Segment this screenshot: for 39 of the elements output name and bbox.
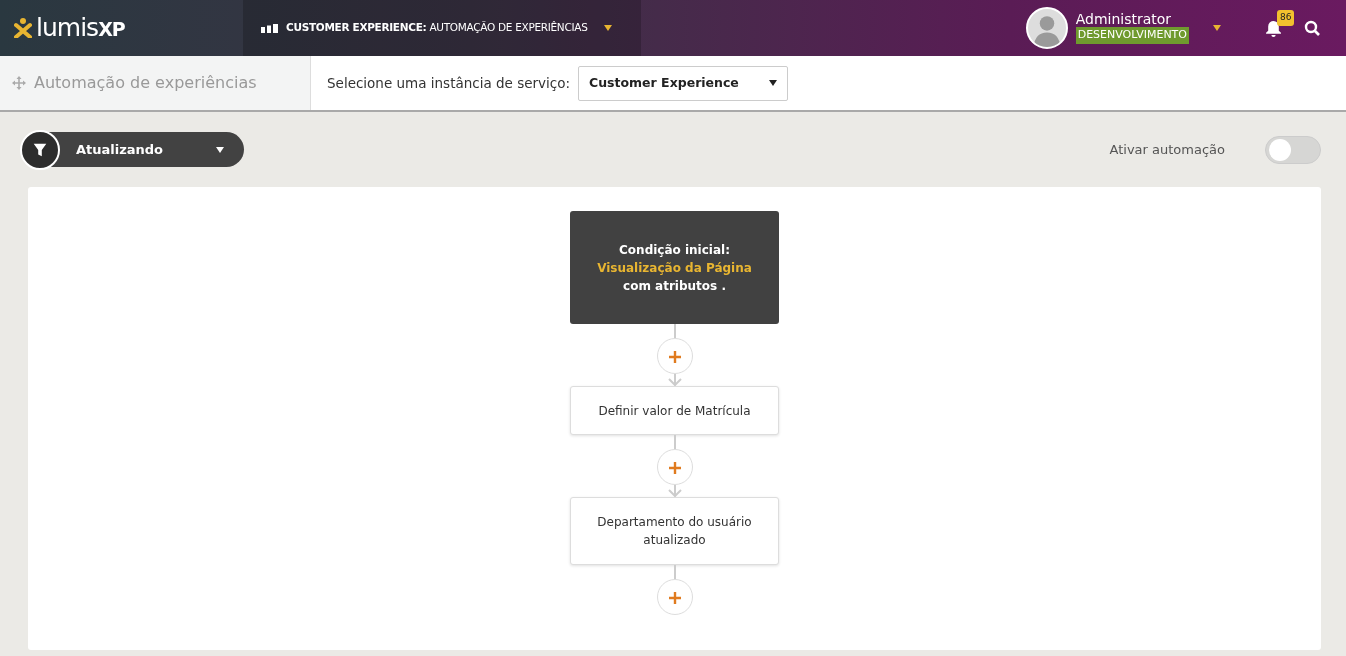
toggle-label: Ativar automação: [1109, 140, 1225, 159]
bar-chart-icon: [261, 23, 278, 33]
connector-line: [672, 435, 677, 449]
action-node[interactable]: Departamento do usuário atualizado: [570, 497, 779, 565]
plus-icon: [668, 350, 681, 363]
caret-icon: [769, 80, 777, 86]
logo-icon: [14, 18, 32, 38]
add-step-button[interactable]: [656, 338, 693, 374]
filter-icon: [20, 129, 60, 170]
connector-line: [672, 565, 677, 579]
instance-label: Selecione uma instância de serviço:: [327, 73, 570, 93]
dropdown-caret-icon[interactable]: [1213, 25, 1221, 31]
connector-arrow: [667, 485, 682, 497]
filter-dropdown[interactable]: Atualizando: [22, 132, 244, 167]
node-text: Departamento do usuário atualizado: [596, 514, 753, 549]
plus-icon: [668, 591, 681, 604]
page-title: Automação de experiências: [34, 72, 257, 94]
move-arrows-icon: [12, 76, 26, 90]
avatar-silhouette: [1025, 7, 1068, 49]
connector-arrow: [667, 374, 682, 386]
add-step-button[interactable]: [656, 449, 693, 485]
notification-count: 86: [1277, 10, 1295, 26]
start-condition-node[interactable]: Condição inicial: Visualização da Página com atributos .: [570, 211, 779, 324]
connector-line: [672, 324, 677, 338]
automation-toggle[interactable]: [1265, 135, 1321, 164]
user-name: Administrator: [1075, 12, 1173, 28]
instance-select[interactable]: Customer Experience: [578, 65, 788, 101]
add-step-button[interactable]: [656, 579, 693, 615]
environment-label: DESENVOLVIMENTO: [1075, 27, 1189, 44]
node-text: Definir valor de Matrícula: [598, 402, 751, 420]
action-node[interactable]: Definir valor de Matrícula: [570, 386, 779, 435]
logo-text[interactable]: lumisXP: [36, 9, 125, 47]
caret-icon: [603, 25, 612, 31]
module-menu[interactable]: CUSTOMER EXPERIENCE: AUTOMAÇÃO DE EXPERIÊNCIAS: [243, 0, 641, 56]
bell-icon[interactable]: [1265, 20, 1282, 37]
node-text: Condição inicial: Visualização da Página com atributos .: [596, 241, 753, 295]
plus-icon: [668, 461, 681, 474]
search-icon[interactable]: [1304, 20, 1320, 36]
caret-icon: [216, 146, 224, 153]
